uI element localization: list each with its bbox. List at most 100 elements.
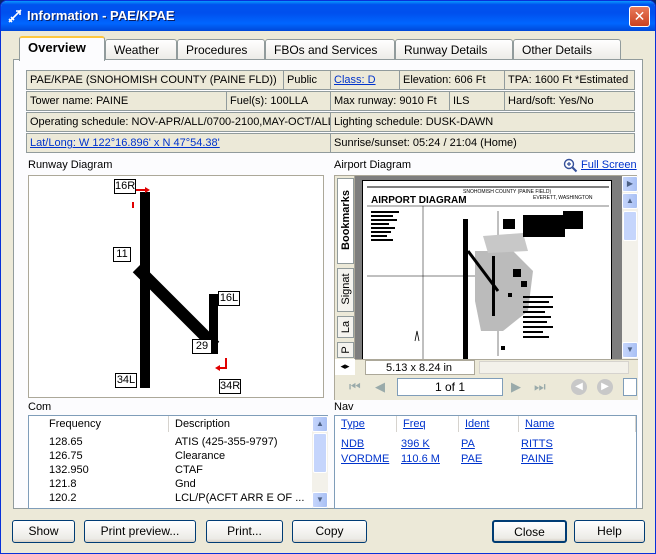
nav-header-freq[interactable]: Freq <box>397 416 459 432</box>
runway-16r-34l <box>140 192 150 388</box>
runway-label-16l: 16L <box>218 291 240 306</box>
first-page-icon[interactable]: ⏮ <box>349 379 361 395</box>
full-screen-link[interactable]: Full Screen <box>581 159 637 171</box>
tower-name: Tower name: PAINE <box>26 91 227 111</box>
tab-overview[interactable]: Overview <box>19 36 105 61</box>
pdf-scroll-right-icon[interactable]: ▶ <box>622 176 638 192</box>
airspace-class-link[interactable]: Class: D <box>330 70 400 90</box>
tab-strip: Overview Weather Procedures FBOs and Ser… <box>13 36 643 61</box>
traffic-pattern-altitude: TPA: 1600 Ft *Estimated <box>504 70 635 90</box>
print-button[interactable]: Print... <box>206 520 283 543</box>
hard-soft-surface: Hard/soft: Yes/No <box>504 91 635 111</box>
layers-tab[interactable]: La <box>337 316 354 338</box>
previous-page-icon[interactable]: ◀ <box>375 379 385 395</box>
com-row-desc[interactable]: Clearance <box>175 450 225 464</box>
com-scrollbar[interactable]: ▲ ▼ <box>312 416 328 508</box>
copy-button[interactable]: Copy <box>292 520 367 543</box>
go-forward-icon[interactable]: ▶ <box>597 379 613 395</box>
airport-diagram-page: AIRPORT DIAGRAM SNOHOMISH COUNTY (PAINE … <box>362 180 612 360</box>
com-scroll-down-icon[interactable]: ▼ <box>312 492 328 508</box>
pdf-page-area[interactable]: AIRPORT DIAGRAM SNOHOMISH COUNTY (PAINE … <box>355 176 622 360</box>
sunrise-sunset: Sunrise/sunset: 05:24 / 21:04 (Home) <box>330 133 635 153</box>
pdf-scroll-up-icon[interactable]: ▲ <box>622 193 638 209</box>
max-runway: Max runway: 9010 Ft <box>330 91 450 111</box>
pdf-status-bar: ◂▸ 5.13 x 8.24 in <box>340 359 638 375</box>
nav-row-name[interactable]: RITTS <box>521 438 553 452</box>
tab-other-details[interactable]: Other Details <box>513 39 621 60</box>
com-row-desc[interactable]: LCL/P(ACFT ARR E OF ... <box>175 492 304 506</box>
com-row-freq[interactable]: 120.2 <box>49 492 77 506</box>
com-header-description[interactable]: Description <box>169 416 313 432</box>
help-button[interactable]: Help <box>574 520 645 543</box>
pdf-scroll-down-icon[interactable]: ▼ <box>622 342 638 358</box>
approach-type: ILS <box>449 91 505 111</box>
runway-diagram-drawing <box>132 187 227 388</box>
com-row-freq[interactable]: 128.65 <box>49 436 83 450</box>
runway-label-34r: 34R <box>219 379 241 394</box>
page-size-indicator: 5.13 x 8.24 in <box>365 360 475 375</box>
nav-row-type[interactable]: NDB <box>341 438 364 452</box>
tab-procedures[interactable]: Procedures <box>177 39 265 60</box>
lat-long-link[interactable]: Lat/Long: W 122°16.896' x N 47°54.38' <box>26 133 331 153</box>
last-page-icon[interactable]: ⏭ <box>534 379 546 395</box>
next-page-icon[interactable]: ▶ <box>511 379 521 395</box>
runway-diagram: 16R 11 16L 29 34L 34R <box>28 175 324 398</box>
airport-diagram-viewer: Bookmarks Signat La P AIRPORT DIAGRAM SN… <box>334 175 638 400</box>
nav-list[interactable]: Type Freq Ident Name NDB 396 K PA RITTS … <box>334 415 637 509</box>
pdf-scroll-thumb[interactable] <box>623 211 637 241</box>
tab-weather[interactable]: Weather <box>105 39 177 60</box>
pdf-vertical-scrollbar[interactable]: ▶ ▲ ▼ <box>622 176 638 359</box>
com-scroll-thumb[interactable] <box>313 433 327 473</box>
runway-label-29: 29 <box>192 339 212 354</box>
pages-tab[interactable]: P <box>337 342 354 358</box>
com-row-freq[interactable]: 132.950 <box>49 464 89 478</box>
close-button[interactable]: Close <box>492 520 567 543</box>
com-header-frequency[interactable]: Frequency <box>29 416 169 432</box>
nav-header-type[interactable]: Type <box>335 416 397 432</box>
diagram-artwork <box>367 186 609 359</box>
nav-row-freq[interactable]: 110.6 M <box>401 453 440 467</box>
show-button[interactable]: Show <box>12 520 75 543</box>
nav-title: Nav <box>334 401 354 413</box>
nav-row-name[interactable]: PAINE <box>521 453 553 467</box>
runway-label-11: 11 <box>113 247 131 262</box>
com-row-desc[interactable]: Gnd <box>175 478 196 492</box>
overview-panel: PAE/KPAE (SNOHOMISH COUNTY (PAINE FLD)) … <box>13 59 643 509</box>
fuel-types: Fuel(s): 100LLA <box>226 91 331 111</box>
fit-width-icon[interactable]: ◂▸ <box>337 361 353 375</box>
com-row-freq[interactable]: 126.75 <box>49 450 83 464</box>
nav-row-freq[interactable]: 396 K <box>401 438 430 452</box>
airplane-icon <box>8 9 22 23</box>
com-row-desc[interactable]: CTAF <box>175 464 203 478</box>
nav-row-ident[interactable]: PA <box>461 438 475 452</box>
com-scroll-up-icon[interactable]: ▲ <box>312 416 328 432</box>
elevation: Elevation: 606 Ft <box>399 70 505 90</box>
close-window-icon[interactable]: ✕ <box>629 6 650 27</box>
pdf-toolbar-overflow[interactable] <box>623 378 637 396</box>
print-preview-button[interactable]: Print preview... <box>84 520 196 543</box>
runway-label-34l: 34L <box>115 373 137 388</box>
runway-diagram-title: Runway Diagram <box>28 159 113 171</box>
go-back-icon[interactable]: ◀ <box>571 379 587 395</box>
pdf-page-toolbar: ⏮ ◀ 1 of 1 ▶ ⏭ ◀ ▶ <box>335 375 638 400</box>
com-title: Com <box>28 401 52 413</box>
airport-use: Public <box>283 70 331 90</box>
nav-row-ident[interactable]: PAE <box>461 453 482 467</box>
nav-row-type[interactable]: VORDME <box>341 453 389 467</box>
com-list[interactable]: Frequency Description 128.65 ATIS (425-3… <box>28 415 328 509</box>
tab-runway-details[interactable]: Runway Details <box>395 39 513 60</box>
zoom-in-icon[interactable] <box>563 158 578 173</box>
page-number-field[interactable]: 1 of 1 <box>397 378 503 396</box>
signatures-tab[interactable]: Signat <box>337 268 354 312</box>
nav-header-name[interactable]: Name <box>519 416 636 432</box>
com-row-freq[interactable]: 121.8 <box>49 478 77 492</box>
bookmarks-tab[interactable]: Bookmarks <box>337 178 354 264</box>
title-bar[interactable]: Information - PAE/KPAE ✕ <box>1 1 655 31</box>
nav-header-ident[interactable]: Ident <box>459 416 519 432</box>
runway-label-16r: 16R <box>114 179 136 194</box>
airport-name: PAE/KPAE (SNOHOMISH COUNTY (PAINE FLD)) <box>26 70 284 90</box>
tab-fbos-services[interactable]: FBOs and Services <box>265 39 395 60</box>
information-window: Information - PAE/KPAE ✕ Overview Weathe… <box>0 0 656 554</box>
com-row-desc[interactable]: ATIS (425-355-9797) <box>175 436 278 450</box>
pdf-horizontal-scrollbar[interactable] <box>479 361 629 374</box>
